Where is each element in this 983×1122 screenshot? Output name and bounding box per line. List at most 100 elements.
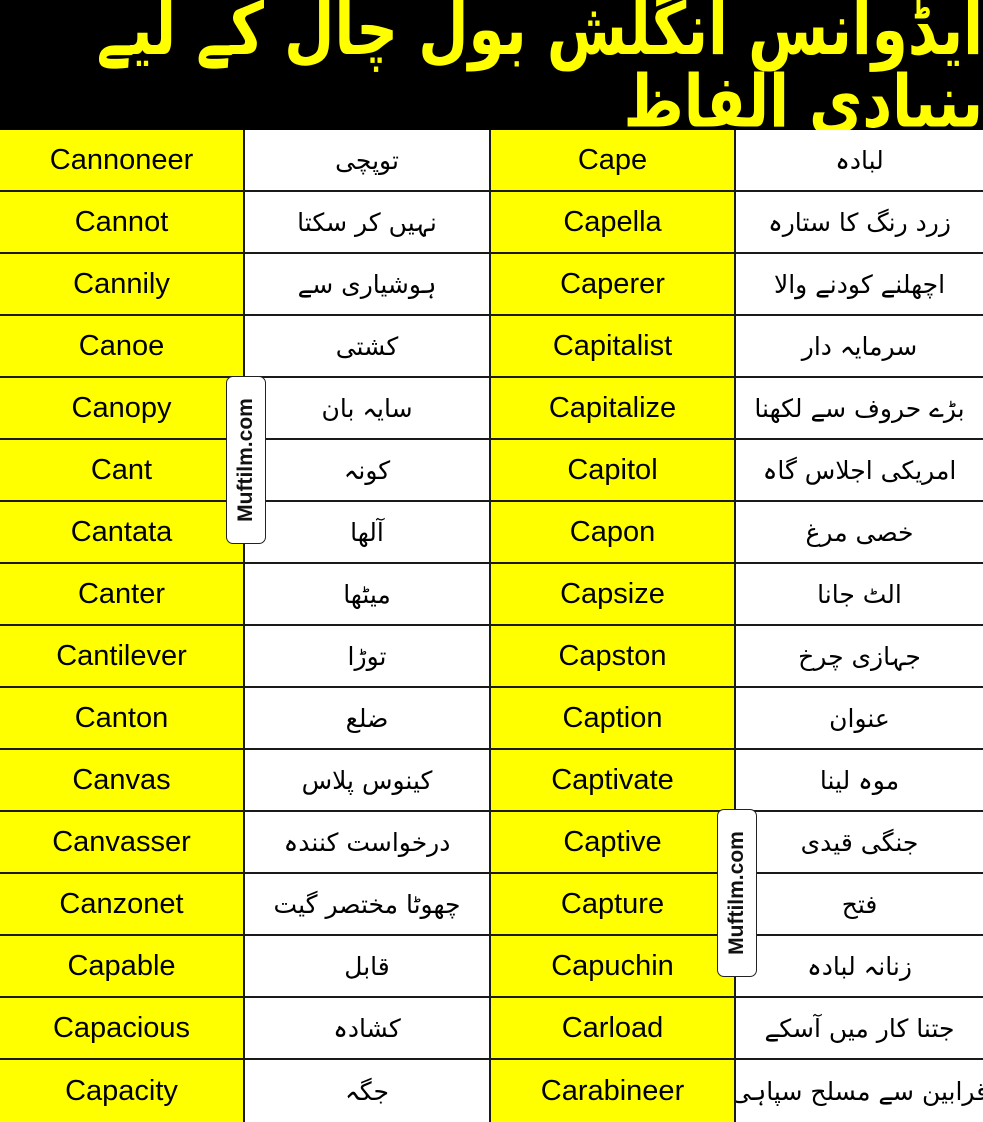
urdu-meaning-cell: نہیں کر سکتا [245, 192, 491, 254]
english-word-cell: Cantilever [0, 626, 245, 688]
english-word-text: Capitalist [552, 329, 673, 362]
english-word-cell: Capable [0, 936, 245, 998]
watermark-text: Muftilm.com [234, 398, 258, 522]
urdu-meaning-text: فتح [841, 889, 878, 919]
urdu-meaning-cell: آلھا [245, 502, 491, 564]
english-word-cell: Capacious [0, 998, 245, 1060]
urdu-meaning-text: جنگی قیدی [800, 827, 919, 857]
english-word-text: Cannot [74, 205, 169, 238]
urdu-meaning-cell: سرمایہ دار [736, 316, 983, 378]
urdu-meaning-cell: قابل [245, 936, 491, 998]
english-word-text: Captivate [551, 763, 674, 796]
urdu-meaning-text: سایہ بان [321, 393, 413, 423]
urdu-meaning-cell: درخواست کنندہ [245, 812, 491, 874]
urdu-meaning-text: قرابین سے مسلح سپاہی [736, 1076, 983, 1106]
urdu-meaning-text: جتنا کار میں آسکے [764, 1013, 955, 1043]
urdu-meaning-text: قابل [344, 951, 390, 981]
urdu-meaning-text: امریکی اجلاس گاہ [762, 455, 957, 485]
english-word-cell: Cantata [0, 502, 245, 564]
english-word-text: Canvas [72, 763, 171, 796]
urdu-meaning-text: لبادہ [835, 145, 884, 175]
urdu-meaning-text: ضلع [345, 703, 389, 733]
urdu-meaning-cell: جہازی چرخ [736, 626, 983, 688]
urdu-meaning-cell: جنگی قیدی [736, 812, 983, 874]
english-word-text: Capella [563, 205, 662, 238]
urdu-meaning-text: موہ لینا [819, 765, 900, 795]
urdu-meaning-cell: فتح [736, 874, 983, 936]
english-word-cell: Cannoneer [0, 130, 245, 192]
urdu-meaning-cell: کونہ [245, 440, 491, 502]
english-word-text: Cannoneer [49, 143, 194, 176]
english-word-text: Capitalize [548, 391, 677, 424]
english-word-text: Canzonet [59, 887, 184, 920]
english-word-text: Cannily [73, 267, 170, 300]
english-word-cell: Canter [0, 564, 245, 626]
urdu-meaning-cell: اچھلنے کودنے والا [736, 254, 983, 316]
english-word-cell: Capsize [491, 564, 736, 626]
english-word-cell: Carload [491, 998, 736, 1060]
urdu-meaning-cell: جگہ [245, 1060, 491, 1122]
urdu-meaning-cell: قرابین سے مسلح سپاہی [736, 1060, 983, 1122]
english-word-text: Capitol [567, 453, 658, 486]
english-word-cell: Carabineer [491, 1060, 736, 1122]
english-word-text: Captive [563, 825, 662, 858]
english-word-text: Carabineer [540, 1074, 685, 1107]
english-word-cell: Capitol [491, 440, 736, 502]
urdu-meaning-text: کشادہ [333, 1013, 401, 1043]
urdu-meaning-text: زرد رنگ کا ستارہ [768, 207, 951, 237]
english-word-text: Cant [90, 453, 153, 486]
english-word-text: Canoe [78, 329, 165, 362]
english-word-cell: Capture [491, 874, 736, 936]
urdu-meaning-text: چھوٹا مختصر گیت [273, 889, 461, 919]
urdu-meaning-cell: چھوٹا مختصر گیت [245, 874, 491, 936]
urdu-meaning-cell: توپچی [245, 130, 491, 192]
english-word-text: Capture [560, 887, 665, 920]
english-word-text: Cantilever [56, 639, 187, 672]
english-word-text: Capacious [52, 1011, 191, 1044]
urdu-meaning-cell: زرد رنگ کا ستارہ [736, 192, 983, 254]
english-word-text: Capston [558, 639, 667, 672]
watermark-badge: Muftilm.com [226, 376, 266, 544]
english-word-text: Capable [67, 949, 176, 982]
english-word-text: Canopy [71, 391, 172, 424]
urdu-meaning-text: ہوشیاری سے [297, 269, 437, 299]
urdu-meaning-cell: موہ لینا [736, 750, 983, 812]
english-word-cell: Canvas [0, 750, 245, 812]
urdu-meaning-cell: کشادہ [245, 998, 491, 1060]
page-title: ایڈوانس انگلش بول چال کے لیے بنیادی الفا… [96, 0, 983, 144]
urdu-meaning-text: اچھلنے کودنے والا [773, 269, 946, 299]
urdu-meaning-text: جہازی چرخ [798, 641, 921, 671]
urdu-meaning-cell: بڑے حروف سے لکھنا [736, 378, 983, 440]
vocabulary-table: Cannoneer توپچی Cape لبادہ Cannot نہیں کر سکت… [0, 130, 983, 1122]
english-word-text: Caption [562, 701, 663, 734]
urdu-meaning-cell: کینوس پلاس [245, 750, 491, 812]
urdu-meaning-text: توڑا [347, 641, 387, 671]
english-word-cell: Caperer [491, 254, 736, 316]
english-word-text: Cantata [70, 515, 173, 548]
urdu-meaning-cell: میٹھا [245, 564, 491, 626]
urdu-meaning-text: کینوس پلاس [301, 765, 433, 795]
urdu-meaning-text: توپچی [335, 145, 399, 175]
urdu-meaning-text: سرمایہ دار [801, 331, 918, 361]
urdu-meaning-text: درخواست کنندہ [283, 827, 451, 857]
english-word-cell: Capacity [0, 1060, 245, 1122]
urdu-meaning-cell: ضلع [245, 688, 491, 750]
watermark-badge: Muftilm.com [717, 809, 757, 977]
english-word-cell: Capuchin [491, 936, 736, 998]
urdu-meaning-text: میٹھا [343, 579, 391, 609]
english-word-cell: Cant [0, 440, 245, 502]
english-word-cell: Capston [491, 626, 736, 688]
urdu-meaning-cell: لبادہ [736, 130, 983, 192]
english-word-cell: Capitalize [491, 378, 736, 440]
urdu-meaning-text: عنوان [829, 703, 890, 733]
urdu-meaning-cell: سایہ بان [245, 378, 491, 440]
english-word-cell: Caption [491, 688, 736, 750]
english-word-text: Capsize [560, 577, 665, 610]
english-word-cell: Canzonet [0, 874, 245, 936]
english-word-cell: Captivate [491, 750, 736, 812]
watermark-text: Muftilm.com [725, 831, 749, 955]
english-word-cell: Cannot [0, 192, 245, 254]
urdu-meaning-text: خصی مرغ [805, 517, 914, 547]
english-word-text: Capon [569, 515, 656, 548]
english-word-cell: Canvasser [0, 812, 245, 874]
